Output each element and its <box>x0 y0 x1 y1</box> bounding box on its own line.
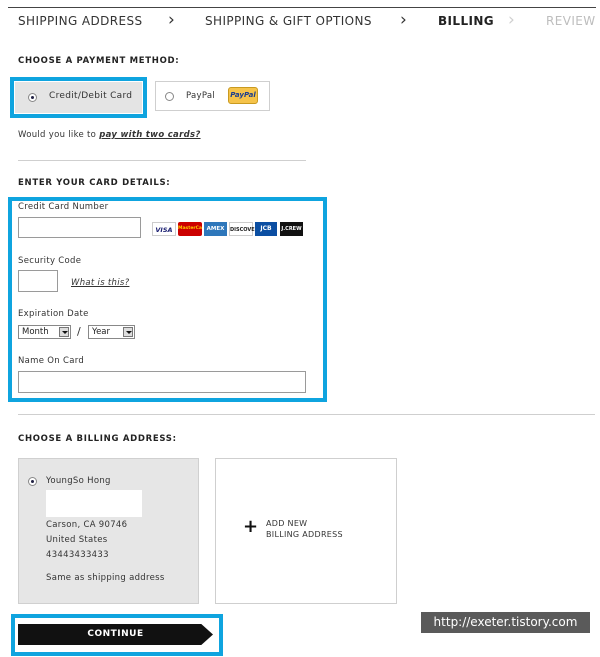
expiration-date-label: Expiration Date <box>18 309 89 319</box>
mastercard-logo: MasterCard <box>178 222 202 236</box>
dropdown-arrow-icon <box>123 327 133 337</box>
continue-button[interactable]: CONTINUE <box>18 624 213 645</box>
amex-logo: AMEX <box>204 222 227 236</box>
expiration-month-select[interactable]: Month <box>18 325 71 339</box>
watermark: http://exeter.tistory.com <box>421 612 590 633</box>
two-cards-prefix: Would you like to <box>18 130 97 140</box>
expiration-year-select[interactable]: Year <box>88 325 135 339</box>
paypal-option[interactable]: PayPal PayPal <box>155 81 270 111</box>
steps-top-rule <box>8 7 596 8</box>
add-new-line1: ADD NEW <box>266 519 308 528</box>
pay-with-two-cards-link[interactable]: pay with two cards? <box>99 130 200 140</box>
billing-address-heading: CHOOSE A BILLING ADDRESS: <box>18 434 177 444</box>
credit-card-label: Credit/Debit Card <box>49 91 133 101</box>
add-new-line2: BILLING ADDRESS <box>266 530 343 539</box>
date-separator: / <box>77 325 82 338</box>
security-code-label: Security Code <box>18 256 82 266</box>
paypal-label: PayPal <box>186 91 216 101</box>
chevron-right-icon: › <box>168 10 175 30</box>
step-shipping-address[interactable]: SHIPPING ADDRESS <box>18 14 143 28</box>
divider <box>18 160 306 161</box>
credit-card-radio[interactable] <box>28 93 37 102</box>
step-shipping-gift-options[interactable]: SHIPPING & GIFT OPTIONS <box>205 14 372 28</box>
name-on-card-input[interactable] <box>18 371 306 393</box>
expiration-month-value: Month <box>22 327 49 337</box>
two-cards-text: Would you like to pay with two cards? <box>18 130 201 140</box>
add-billing-address-card[interactable]: + ADD NEW BILLING ADDRESS <box>215 458 397 604</box>
name-on-card-label: Name On Card <box>18 356 85 366</box>
what-is-this-link[interactable]: What is this? <box>71 278 129 288</box>
billing-name: YoungSo Hong <box>46 476 111 486</box>
payment-method-heading: CHOOSE A PAYMENT METHOD: <box>18 56 180 66</box>
visa-logo: VISA <box>152 222 176 236</box>
paypal-radio[interactable] <box>165 92 174 101</box>
billing-country: United States <box>46 535 108 545</box>
dropdown-arrow-icon <box>59 327 69 337</box>
redacted-address-block <box>46 490 142 517</box>
billing-address-card[interactable]: YoungSo Hong Carson, CA 90746 United Sta… <box>18 458 199 604</box>
step-review: REVIEW <box>546 14 596 28</box>
credit-card-option[interactable]: Credit/Debit Card <box>15 82 142 113</box>
step-billing: BILLING <box>438 14 495 28</box>
chevron-right-icon: › <box>508 10 515 30</box>
expiration-year-value: Year <box>92 327 110 337</box>
same-as-shipping-text: Same as shipping address <box>46 573 165 583</box>
billing-city: Carson, CA 90746 <box>46 520 128 530</box>
card-number-label: Credit Card Number <box>18 202 109 212</box>
billing-phone: 43443433433 <box>46 550 109 560</box>
card-number-input[interactable] <box>18 217 141 238</box>
card-details-heading: ENTER YOUR CARD DETAILS: <box>18 178 171 188</box>
jcb-logo: JCB <box>255 222 277 236</box>
divider <box>18 414 595 415</box>
jcrew-card-logo: J.CREW <box>280 222 303 236</box>
billing-address-radio[interactable] <box>28 477 37 486</box>
paypal-logo: PayPal <box>228 87 258 104</box>
chevron-right-icon: › <box>400 10 407 30</box>
security-code-input[interactable] <box>18 270 58 292</box>
discover-logo: DISCOVER <box>229 222 259 236</box>
plus-icon: + <box>243 516 259 537</box>
